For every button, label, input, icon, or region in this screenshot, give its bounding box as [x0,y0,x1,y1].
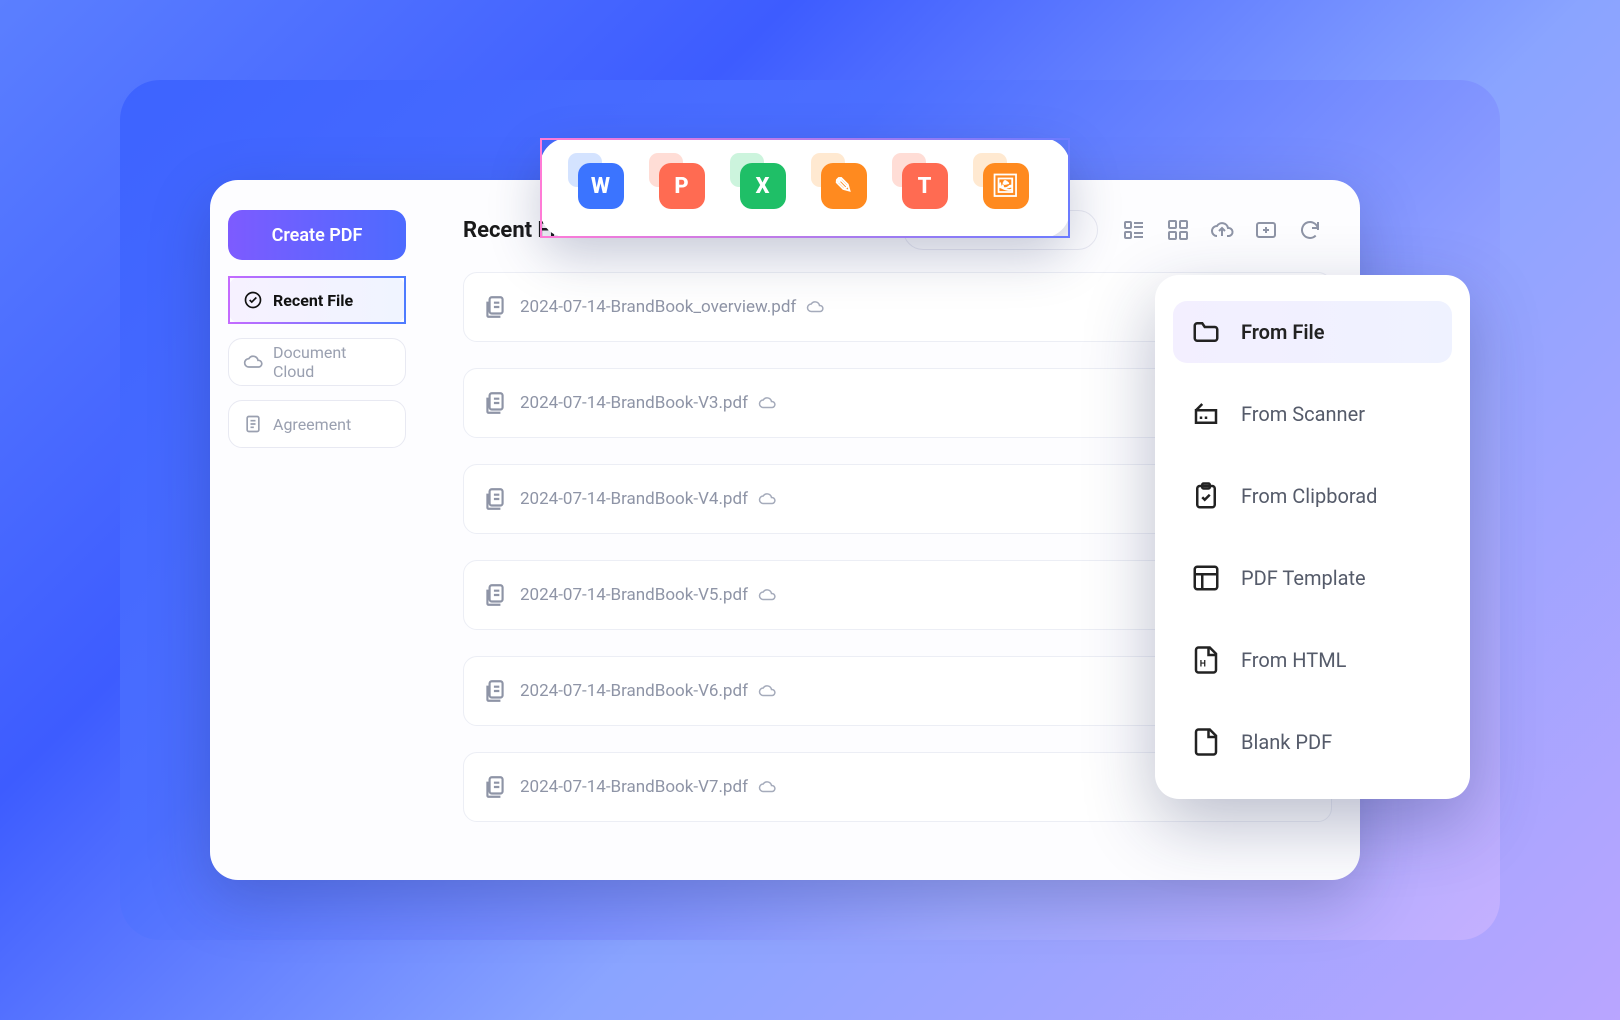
list-view-icon[interactable] [1122,218,1146,242]
ctx-from-html[interactable]: H From HTML [1173,629,1452,691]
ctx-label: From Scanner [1241,402,1365,426]
file-name: 2024-07-14-BrandBook_overview.pdf [520,297,796,317]
cloud-icon [758,490,776,508]
app-launcher-icon[interactable]: T [902,163,952,213]
upload-cloud-icon[interactable] [1210,218,1234,242]
file-copy-icon [482,486,508,512]
file-copy-icon [482,390,508,416]
sidebar-item-recent-file[interactable]: Recent File [228,276,406,324]
html-file-icon: H [1191,645,1221,675]
document-icon [243,414,263,434]
ctx-from-file[interactable]: From File [1173,301,1452,363]
blank-file-icon [1191,727,1221,757]
app-launcher-icon[interactable]: 🖼 [983,163,1033,213]
template-icon [1191,563,1221,593]
clipboard-check-icon [1191,481,1221,511]
cloud-icon [758,586,776,604]
file-name: 2024-07-14-BrandBook-V7.pdf [520,777,748,797]
file-copy-icon [482,582,508,608]
app-launcher-icon[interactable]: P [659,163,709,213]
file-copy-icon [482,294,508,320]
ctx-blank-pdf[interactable]: Blank PDF [1173,711,1452,773]
ctx-label: From File [1241,320,1324,344]
app-icon-bar: W P X ✎ T 🖼 [540,138,1070,238]
cloud-icon [243,352,263,372]
sidebar-item-agreement[interactable]: Agreement [228,400,406,448]
cloud-icon [758,682,776,700]
cloud-icon [806,298,824,316]
app-launcher-icon[interactable]: ✎ [821,163,871,213]
ctx-from-scanner[interactable]: From Scanner [1173,383,1452,445]
sync-icon[interactable] [1298,218,1322,242]
sidebar-item-label: Agreement [273,415,351,434]
cloud-icon [758,394,776,412]
ctx-from-clipboard[interactable]: From Clipborad [1173,465,1452,527]
svg-text:H: H [1200,659,1206,669]
folder-icon [1191,317,1221,347]
clock-check-icon [243,290,263,310]
app-launcher-icon[interactable]: X [740,163,790,213]
sidebar-item-label: Recent File [273,291,353,310]
scanner-icon [1191,399,1221,429]
cloud-icon [758,778,776,796]
ctx-label: From Clipborad [1241,484,1377,508]
file-copy-icon [482,774,508,800]
ctx-label: From HTML [1241,648,1346,672]
sidebar-item-document-cloud[interactable]: Document Cloud [228,338,406,386]
create-pdf-button[interactable]: Create PDF [228,210,406,260]
file-name: 2024-07-14-BrandBook-V5.pdf [520,585,748,605]
ctx-label: PDF Template [1241,566,1366,590]
file-name: 2024-07-14-BrandBook-V3.pdf [520,393,748,413]
create-pdf-menu: From File From Scanner From Clipborad PD… [1155,275,1470,799]
grid-view-icon[interactable] [1166,218,1190,242]
file-name: 2024-07-14-BrandBook-V4.pdf [520,489,748,509]
app-launcher-icon[interactable]: W [578,163,628,213]
ctx-label: Blank PDF [1241,730,1332,754]
sidebar: Create PDF Recent File Document Cloud Ag… [210,180,435,880]
file-name: 2024-07-14-BrandBook-V6.pdf [520,681,748,701]
ctx-pdf-template[interactable]: PDF Template [1173,547,1452,609]
new-folder-icon[interactable] [1254,218,1278,242]
sidebar-item-label: Document Cloud [273,343,391,381]
file-copy-icon [482,678,508,704]
